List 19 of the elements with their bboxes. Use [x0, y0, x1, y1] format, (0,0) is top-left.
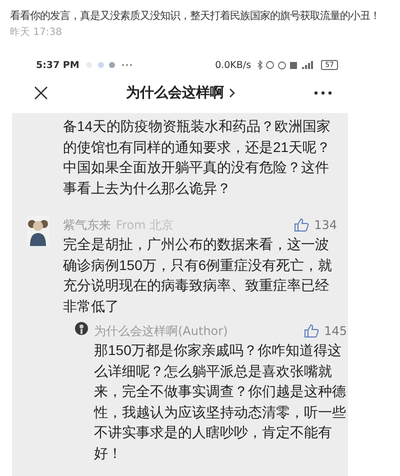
page-title[interactable]: 为什么会这样啊: [126, 84, 224, 102]
comment-text: 看看你的发言，真是又没素质又没知识，整天打着民族国家的旗号获取流量的小丑！: [10, 9, 381, 24]
more-icon[interactable]: [314, 91, 332, 95]
article-text: 备14天的防疫物资瓶装水和药品？欧洲国家的使馆也有同样的通知要求，还是21天呢？中国如果全面放开躺平真的没有危险？这件事看上去为什么那么诡异？: [63, 117, 332, 198]
like-count: 134: [314, 218, 337, 232]
network-speed: 0.0KB/s: [215, 60, 252, 70]
reply-body: 那150万都是你家亲戚吗？你咋知道得这么详细呢？怎么躺平派总是喜欢张嘴就来，完全不做事实调查？你们越是这种德性，我越认为应该坚持动态清零，听一些不讲实事求是的人瞎吵吵，肯定不能有好！: [94, 341, 347, 462]
chevron-icon[interactable]: [228, 88, 236, 98]
status-time: 5:37 PM: [36, 60, 80, 70]
comment-time: 昨天 17:38: [10, 26, 63, 39]
author-name: 为什么会这样啊(Author): [94, 322, 228, 340]
thumbs-up-icon[interactable]: [304, 324, 320, 338]
thumbs-up-icon[interactable]: [294, 218, 310, 232]
close-icon[interactable]: [34, 86, 48, 100]
like-count: 145: [324, 324, 347, 338]
comment-body: 完全是胡扯，广州公布的数据来看，这一波确诊病例150万，只有6例重症没有死亡，就充分说明现在的病毒致病率、致重症率已经非常低了: [63, 235, 334, 316]
commenter-name: 紫气东来: [63, 216, 111, 234]
status-icons: [257, 60, 316, 70]
avatar-icon: [75, 322, 88, 335]
